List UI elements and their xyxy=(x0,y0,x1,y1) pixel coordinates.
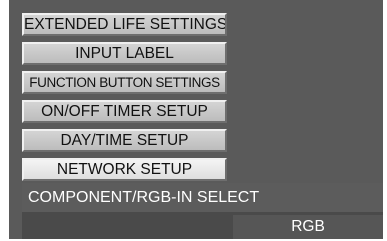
extended-life-settings-button[interactable]: EXTENDED LIFE SETTINGS xyxy=(22,13,227,36)
on-off-timer-setup-button[interactable]: ON/OFF TIMER SETUP xyxy=(22,100,227,123)
input-label-button[interactable]: INPUT LABEL xyxy=(22,42,227,65)
component-rgb-in-select-label[interactable]: COMPONENT/RGB-IN SELECT xyxy=(22,183,383,212)
osd-menu-screen: EXTENDED LIFE SETTINGS INPUT LABEL FUNCT… xyxy=(9,0,383,239)
network-setup-button[interactable]: NETWORK SETUP xyxy=(22,158,227,181)
function-button-settings-button[interactable]: FUNCTION BUTTON SETTINGS xyxy=(22,71,227,94)
component-rgb-in-select-value[interactable]: RGB xyxy=(233,215,383,239)
day-time-setup-button[interactable]: DAY/TIME SETUP xyxy=(22,129,227,152)
